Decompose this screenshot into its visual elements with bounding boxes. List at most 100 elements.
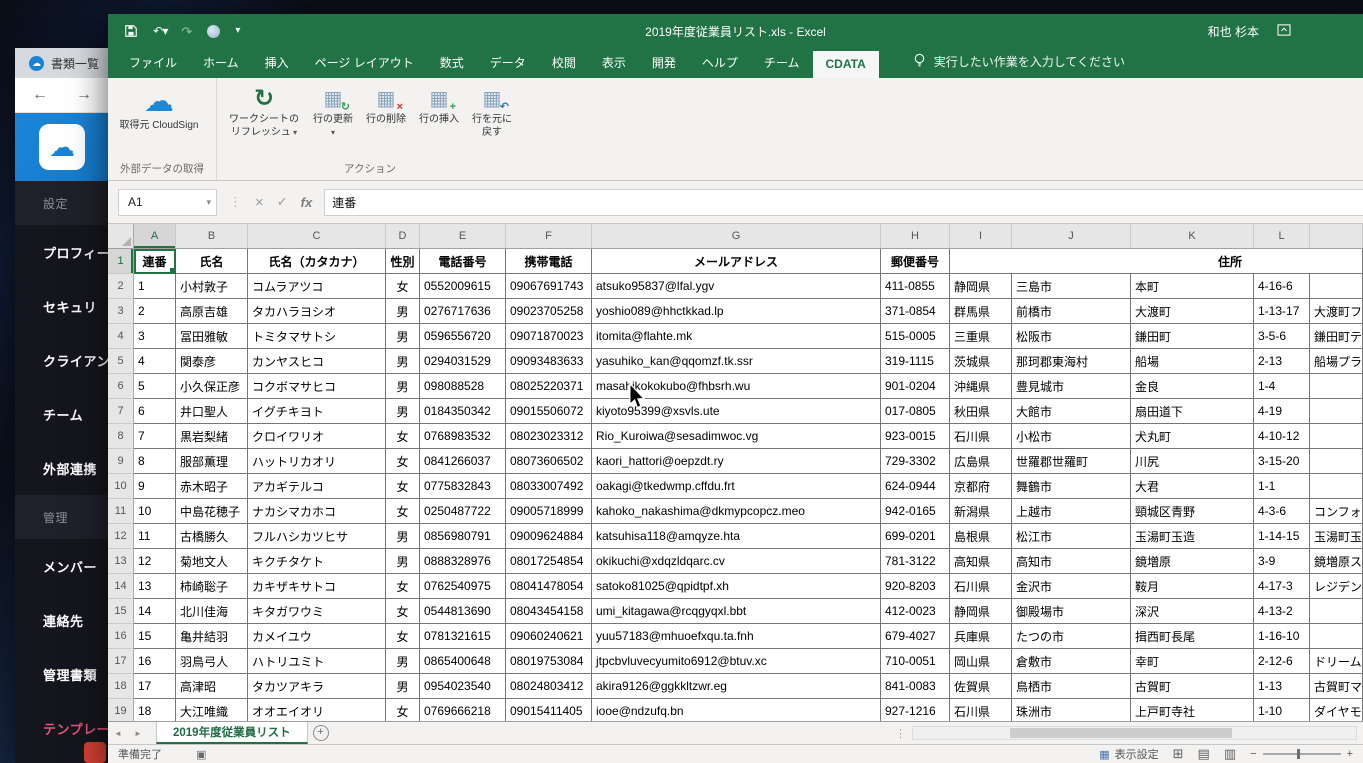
- cell-K12[interactable]: 玉湯町玉造: [1131, 524, 1254, 549]
- browser-tab-title[interactable]: 書類一覧: [51, 55, 99, 72]
- cell-D14[interactable]: 女: [386, 574, 420, 599]
- cell-M9[interactable]: [1310, 449, 1363, 474]
- row-header-4[interactable]: 4: [108, 324, 134, 349]
- cell-H18[interactable]: 841-0083: [881, 674, 950, 699]
- ribbon-button[interactable]: 行の削除: [361, 81, 411, 129]
- cell-E13[interactable]: 0888328976: [420, 549, 506, 574]
- back-icon[interactable]: [31, 86, 49, 104]
- cell-G7[interactable]: kiyoto95399@xsvls.ute: [592, 399, 881, 424]
- column-header-F[interactable]: F: [506, 224, 592, 248]
- cell-K18[interactable]: 古賀町: [1131, 674, 1254, 699]
- cell-C2[interactable]: コムラアツコ: [248, 274, 386, 299]
- cell-H7[interactable]: 017-0805: [881, 399, 950, 424]
- cell-C3[interactable]: タカハラヨシオ: [248, 299, 386, 324]
- cell-J11[interactable]: 上越市: [1012, 499, 1131, 524]
- cell-C18[interactable]: タカツアキラ: [248, 674, 386, 699]
- cell-D11[interactable]: 女: [386, 499, 420, 524]
- cell-A19[interactable]: 18: [134, 699, 176, 721]
- cell-D6[interactable]: 男: [386, 374, 420, 399]
- cell-I6[interactable]: 沖縄県: [950, 374, 1012, 399]
- cell-B14[interactable]: 柿崎聡子: [176, 574, 248, 599]
- cell-A13[interactable]: 12: [134, 549, 176, 574]
- cell-H19[interactable]: 927-1216: [881, 699, 950, 721]
- enter-icon[interactable]: [277, 194, 288, 210]
- save-icon[interactable]: [124, 24, 138, 38]
- cell-H8[interactable]: 923-0015: [881, 424, 950, 449]
- horizontal-scrollbar-thumb[interactable]: [1010, 728, 1232, 738]
- row-header-7[interactable]: 7: [108, 399, 134, 424]
- row-header-18[interactable]: 18: [108, 674, 134, 699]
- cell-G4[interactable]: itomita@flahte.mk: [592, 324, 881, 349]
- cell-E5[interactable]: 0294031529: [420, 349, 506, 374]
- cell-A8[interactable]: 7: [134, 424, 176, 449]
- page-layout-view-icon[interactable]: [1198, 746, 1210, 762]
- cell-D18[interactable]: 男: [386, 674, 420, 699]
- ribbon-tab[interactable]: ファイル: [116, 48, 190, 78]
- cell-L4[interactable]: 3-5-6: [1254, 324, 1310, 349]
- cell-L9[interactable]: 3-15-20: [1254, 449, 1310, 474]
- cell-J6[interactable]: 豊見城市: [1012, 374, 1131, 399]
- cell-D9[interactable]: 女: [386, 449, 420, 474]
- ribbon-tab[interactable]: 表示: [589, 48, 639, 78]
- row-header-17[interactable]: 17: [108, 649, 134, 674]
- horizontal-scrollbar[interactable]: [912, 726, 1357, 740]
- cell-F18[interactable]: 08024803412: [506, 674, 592, 699]
- cell-L3[interactable]: 1-13-17: [1254, 299, 1310, 324]
- cell-F7[interactable]: 09015506072: [506, 399, 592, 424]
- notification-badge[interactable]: [84, 742, 106, 763]
- ribbon-button[interactable]: 行の挿入: [414, 81, 464, 129]
- cell-F6[interactable]: 08025220371: [506, 374, 592, 399]
- cell-K11[interactable]: 頸城区青野: [1131, 499, 1254, 524]
- column-header-L[interactable]: L: [1254, 224, 1310, 248]
- cell-M18[interactable]: 古賀町マ: [1310, 674, 1363, 699]
- cell-L2[interactable]: 4-16-6: [1254, 274, 1310, 299]
- row-header-6[interactable]: 6: [108, 374, 134, 399]
- display-settings-button[interactable]: 表示設定: [1099, 746, 1159, 762]
- cell-B15[interactable]: 北川佳海: [176, 599, 248, 624]
- cell-J15[interactable]: 御殿場市: [1012, 599, 1131, 624]
- cell-K8[interactable]: 犬丸町: [1131, 424, 1254, 449]
- cell-M3[interactable]: 大渡町フ: [1310, 299, 1363, 324]
- cell-L5[interactable]: 2-13: [1254, 349, 1310, 374]
- cell-M12[interactable]: 玉湯町玉: [1310, 524, 1363, 549]
- cell-G6[interactable]: masahikokokubo@fhbsrh.wu: [592, 374, 881, 399]
- cell-B19[interactable]: 大江唯織: [176, 699, 248, 721]
- forward-icon[interactable]: [75, 86, 93, 104]
- macro-record-icon[interactable]: [196, 748, 206, 761]
- ribbon-tab[interactable]: 校閲: [539, 48, 589, 78]
- cell-C10[interactable]: アカギテルコ: [248, 474, 386, 499]
- cell-D8[interactable]: 女: [386, 424, 420, 449]
- zoom-out-icon[interactable]: [1250, 748, 1256, 760]
- cell-C14[interactable]: カキザキサトコ: [248, 574, 386, 599]
- cell-B10[interactable]: 赤木昭子: [176, 474, 248, 499]
- cell-C9[interactable]: ハットリカオリ: [248, 449, 386, 474]
- cell-E9[interactable]: 0841266037: [420, 449, 506, 474]
- cell-H6[interactable]: 901-0204: [881, 374, 950, 399]
- cell-F16[interactable]: 09060240621: [506, 624, 592, 649]
- cell-F9[interactable]: 08073606502: [506, 449, 592, 474]
- cell-L12[interactable]: 1-14-15: [1254, 524, 1310, 549]
- cell-E19[interactable]: 0769666218: [420, 699, 506, 721]
- row-header-16[interactable]: 16: [108, 624, 134, 649]
- cell-I1-merged[interactable]: 住所: [950, 249, 1363, 274]
- cell-J17[interactable]: 倉敷市: [1012, 649, 1131, 674]
- cell-H1[interactable]: 郵便番号: [881, 249, 950, 274]
- cell-A5[interactable]: 4: [134, 349, 176, 374]
- cell-J2[interactable]: 三島市: [1012, 274, 1131, 299]
- cell-L13[interactable]: 3-9: [1254, 549, 1310, 574]
- cell-I5[interactable]: 茨城県: [950, 349, 1012, 374]
- cell-H17[interactable]: 710-0051: [881, 649, 950, 674]
- cell-M10[interactable]: [1310, 474, 1363, 499]
- cell-C1[interactable]: 氏名（カタカナ）: [248, 249, 386, 274]
- cell-C15[interactable]: キタガワウミ: [248, 599, 386, 624]
- ribbon-tab[interactable]: CDATA: [812, 51, 879, 78]
- row-header-11[interactable]: 11: [108, 499, 134, 524]
- ribbon-button[interactable]: 取得元 CloudSign: [114, 81, 204, 135]
- cell-D10[interactable]: 女: [386, 474, 420, 499]
- cell-I3[interactable]: 群馬県: [950, 299, 1012, 324]
- cell-C13[interactable]: キクチタケト: [248, 549, 386, 574]
- cell-E12[interactable]: 0856980791: [420, 524, 506, 549]
- cell-K13[interactable]: 鏡増原: [1131, 549, 1254, 574]
- cell-H11[interactable]: 942-0165: [881, 499, 950, 524]
- cell-G9[interactable]: kaori_hattori@oepzdt.ry: [592, 449, 881, 474]
